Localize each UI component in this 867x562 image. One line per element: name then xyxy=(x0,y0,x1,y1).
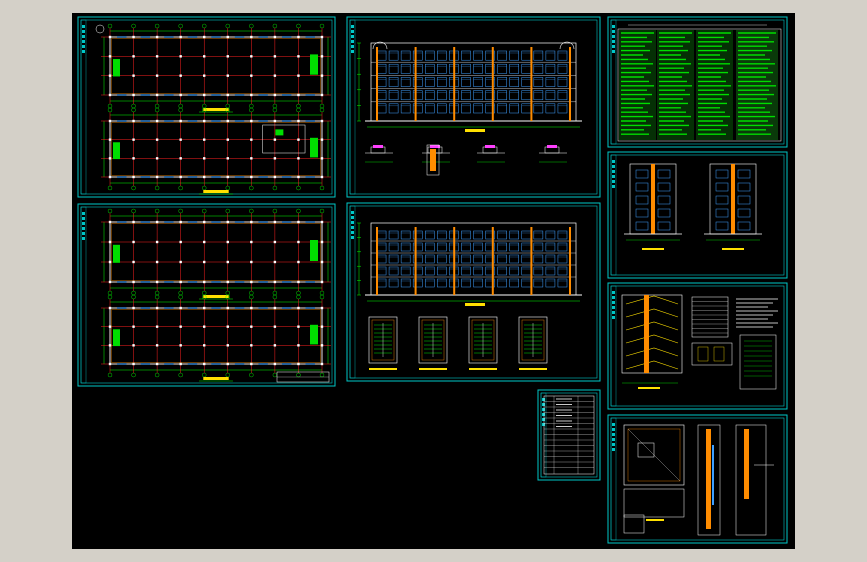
sheet-floor-plan-3-4 xyxy=(77,203,336,387)
sheet-stair-section xyxy=(607,282,788,410)
cad-model-space[interactable] xyxy=(72,13,795,549)
sheet-side-elevations xyxy=(607,151,788,279)
cad-drawing-canvas[interactable] xyxy=(72,13,795,549)
sheet-design-notes xyxy=(607,16,788,148)
sheet-floor-plan-1-2 xyxy=(77,16,336,198)
sheet-elevation-back xyxy=(346,202,601,382)
sheet-wall-details xyxy=(607,414,788,544)
sheet-elevation-front xyxy=(346,16,601,198)
north-arrow-icon xyxy=(95,24,105,34)
sheet-drawing-index xyxy=(537,389,601,481)
